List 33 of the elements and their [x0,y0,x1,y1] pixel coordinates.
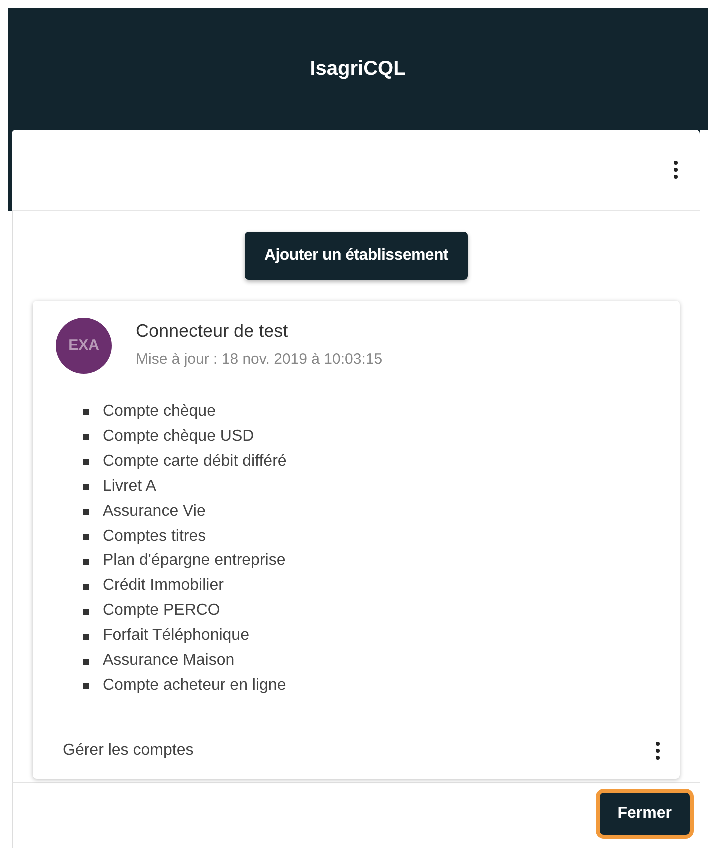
account-item: Plan d'épargne entreprise [103,551,286,572]
bullet-icon [83,584,89,590]
bullet-icon [83,409,89,416]
bullet-icon [83,484,89,490]
bullet-icon [83,658,89,665]
account-item: Compte acheteur en ligne [103,676,286,696]
more-options-icon[interactable] [674,161,678,179]
account-item: Compte chèque USD [103,426,254,447]
account-item: Crédit Immobilier [103,576,224,596]
bullet-icon [83,459,89,466]
more-options-icon[interactable] [656,742,660,760]
add-institution-button[interactable]: Ajouter un établissement [244,232,468,280]
account-item: Compte PERCO [103,601,220,622]
bullet-icon [83,683,89,690]
avatar: EXA [56,318,112,374]
app-title: IsagriCQL [310,57,406,82]
connector-name: Connecteur de test [136,320,290,343]
bullet-icon [83,534,89,540]
bullet-icon [83,434,89,440]
manage-accounts-link[interactable]: Gérer les comptes [63,738,194,763]
update-date: Mise à jour : 18 nov. 2019 à 10:03:15 [136,350,383,370]
account-item: Compte chèque [103,402,216,422]
account-item: Livret A [103,476,156,497]
account-item: Assurance Vie [103,502,206,522]
bullet-icon [83,509,89,516]
close-button[interactable]: Fermer [600,793,690,835]
account-item: Forfait Téléphonique [103,626,250,646]
bullet-icon [83,608,89,615]
bullet-icon [83,558,89,565]
bullet-icon [83,634,89,640]
account-item: Assurance Maison [103,651,235,672]
account-item: Comptes titres [103,526,206,547]
account-item: Compte carte débit différé [103,452,287,472]
